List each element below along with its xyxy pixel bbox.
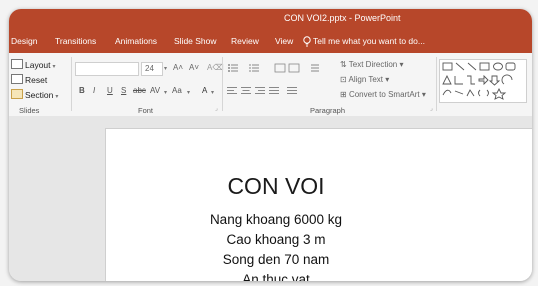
smartart-icon: ⊞: [340, 90, 349, 99]
list-and-indent-buttons[interactable]: [227, 63, 335, 73]
chevron-down-icon[interactable]: ▾: [164, 65, 167, 72]
slides-group-label: Slides: [19, 106, 40, 115]
slide-canvas[interactable]: CON VOI Nang khoang 6000 kg Cao khoang 3…: [105, 128, 532, 281]
title-bar: CON VOI2.pptx - PowerPoint: [9, 9, 532, 29]
chevron-down-icon: ▾: [55, 94, 59, 100]
section-icon: [11, 89, 23, 99]
reset-button[interactable]: Reset: [11, 74, 47, 85]
layout-icon: [11, 59, 23, 69]
underline-button[interactable]: U: [107, 86, 113, 95]
font-size-field[interactable]: 24: [141, 62, 163, 76]
divider: [436, 57, 437, 111]
shapes-gallery[interactable]: [439, 59, 527, 103]
section-label: Section: [25, 90, 54, 100]
tab-animations[interactable]: Animations: [115, 36, 157, 46]
alignment-buttons[interactable]: [227, 86, 315, 96]
editing-area: CON VOI Nang khoang 6000 kg Cao khoang 3…: [9, 116, 532, 281]
font-group-label: Font: [138, 106, 154, 115]
shrink-font-icon[interactable]: A˅: [189, 63, 199, 72]
slide-bullet-line[interactable]: Nang khoang 6000 kg: [106, 212, 446, 227]
lightbulb-icon: [303, 36, 311, 47]
section-button[interactable]: Section ▾: [11, 89, 58, 100]
convert-smartart-label: Convert to SmartArt: [348, 90, 420, 99]
slide-title[interactable]: CON VOI: [106, 173, 446, 200]
text-direction-button[interactable]: ⇅ Text Direction ▾: [340, 60, 404, 69]
divider: [71, 57, 72, 111]
change-case-button[interactable]: Aa: [172, 86, 182, 95]
chevron-down-icon: ▾: [52, 64, 56, 70]
strikethrough-button[interactable]: abc: [133, 86, 146, 95]
powerpoint-window: CON VOI2.pptx - PowerPoint Design Transi…: [9, 9, 532, 281]
chevron-down-icon[interactable]: ▾: [211, 89, 214, 96]
chevron-down-icon[interactable]: ▾: [164, 89, 167, 96]
divider: [222, 57, 223, 111]
align-text-button[interactable]: ⊡ Align Text ▾: [340, 75, 389, 84]
bold-button[interactable]: B: [79, 86, 85, 95]
tab-design[interactable]: Design: [11, 36, 37, 46]
character-spacing-button[interactable]: AV: [150, 86, 160, 95]
slide-bullet-line[interactable]: Song den 70 nam: [106, 252, 446, 267]
font-size-value: 24: [145, 64, 154, 73]
font-name-field[interactable]: [75, 62, 139, 76]
reset-label: Reset: [25, 75, 48, 85]
paragraph-group-label: Paragraph: [310, 106, 346, 115]
shapes-icon: [442, 62, 516, 100]
chevron-down-icon[interactable]: ▾: [187, 89, 190, 96]
align-text-label: Align Text: [348, 75, 384, 84]
tab-transitions[interactable]: Transitions: [55, 36, 96, 46]
italic-button[interactable]: I: [93, 86, 95, 95]
dialog-launcher-icon[interactable]: ⌟: [430, 105, 433, 112]
tell-me-search[interactable]: Tell me what you want to do...: [313, 36, 425, 46]
font-color-button[interactable]: A: [202, 86, 207, 95]
reset-icon: [11, 74, 23, 84]
tab-view[interactable]: View: [275, 36, 293, 46]
layout-label: Layout: [25, 60, 51, 70]
ribbon-tabs: Design Transitions Animations Slide Show…: [9, 29, 532, 53]
dialog-launcher-icon[interactable]: ⌟: [215, 105, 218, 112]
window-title: CON VOI2.pptx - PowerPoint: [284, 13, 401, 23]
ribbon: Layout ▾ Reset Section ▾ Slides 24 ▾ A˄ A˅…: [9, 53, 532, 117]
text-direction-icon: ⇅: [340, 60, 349, 69]
slide-bullet-line[interactable]: An thuc vat: [106, 272, 446, 281]
text-direction-label: Text Direction: [348, 60, 398, 69]
slide-bullet-line[interactable]: Cao khoang 3 m: [106, 232, 446, 247]
tab-review[interactable]: Review: [231, 36, 259, 46]
tab-slide-show[interactable]: Slide Show: [174, 36, 217, 46]
convert-smartart-button[interactable]: ⊞ Convert to SmartArt ▾: [340, 90, 426, 99]
grow-font-icon[interactable]: A˄: [173, 63, 183, 72]
shadow-button[interactable]: S: [121, 86, 126, 95]
layout-button[interactable]: Layout ▾: [11, 59, 56, 70]
